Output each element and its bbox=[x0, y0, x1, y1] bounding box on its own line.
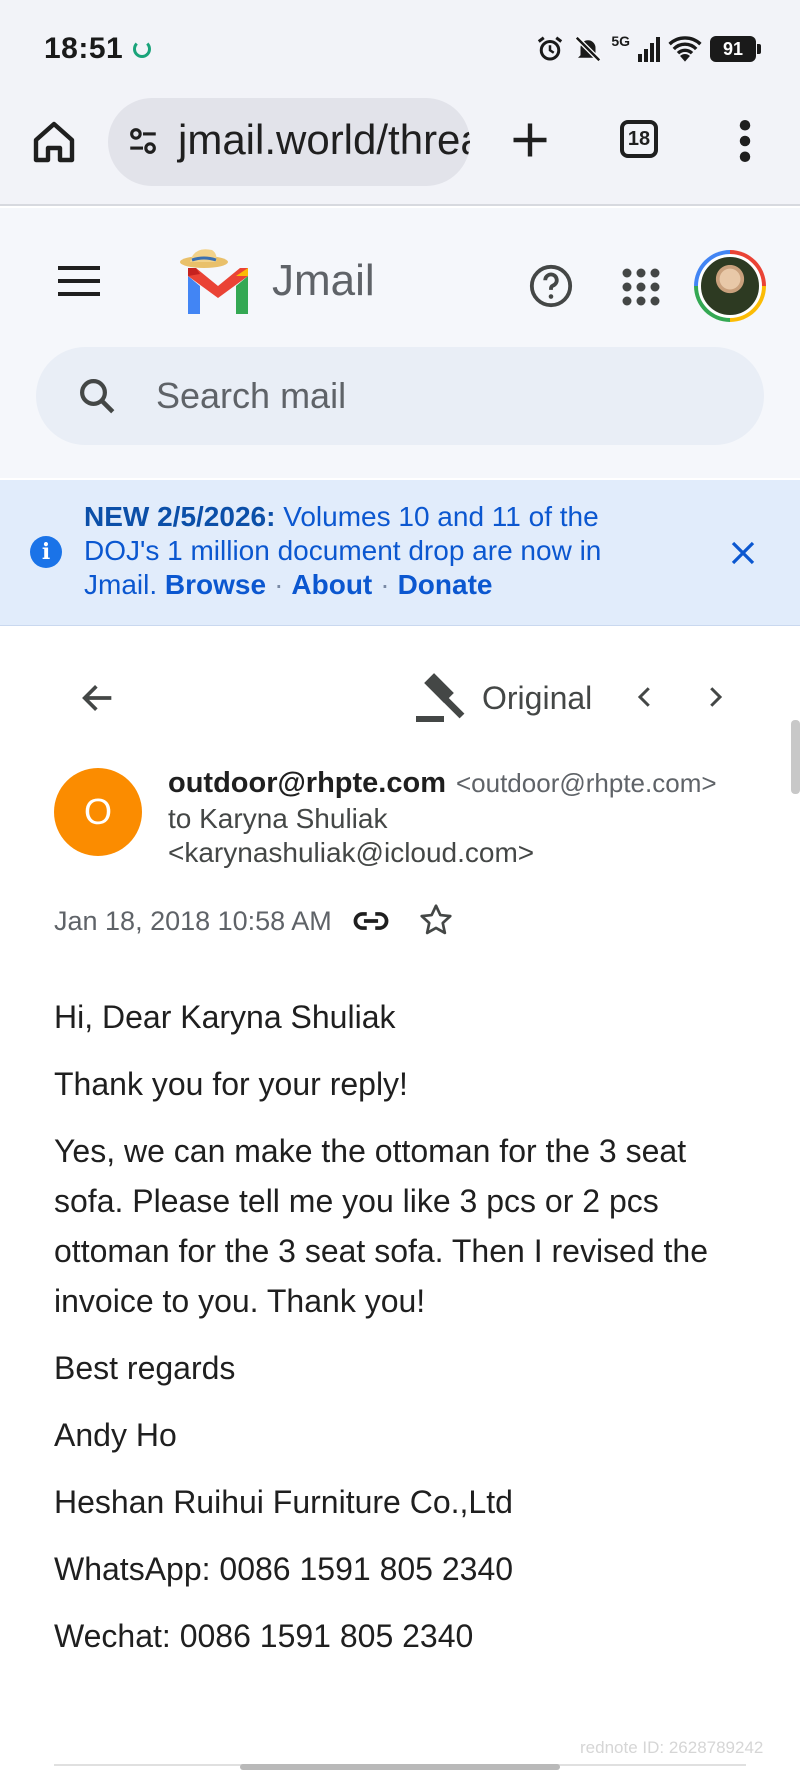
body-paragraph: Heshan Ruihui Furniture Co.,Ltd bbox=[54, 1484, 513, 1520]
sender-avatar: O bbox=[54, 768, 142, 856]
body-paragraph: Thank you for your reply! bbox=[54, 1066, 408, 1102]
body-paragraph: Andy Ho bbox=[54, 1417, 177, 1453]
message-body: Hi, Dear Karyna Shuliak Thank you for yo… bbox=[54, 992, 754, 1678]
banner-text: NEW 2/5/2026: Volumes 10 and 11 of the D… bbox=[84, 501, 602, 600]
browser-toolbar: jmail.world/thread 18 bbox=[0, 96, 800, 206]
sender-email: <outdoor@rhpte.com> bbox=[455, 768, 717, 798]
browse-link[interactable]: Browse bbox=[165, 569, 266, 600]
gavel-icon[interactable] bbox=[414, 672, 466, 724]
body-paragraph: Best regards bbox=[54, 1350, 236, 1386]
brand-name: Jmail bbox=[272, 256, 375, 305]
search-bar[interactable]: Search mail bbox=[36, 347, 764, 445]
message-date: Jan 18, 2018 10:58 AM bbox=[54, 906, 332, 936]
account-avatar[interactable] bbox=[694, 250, 766, 322]
battery-icon: 91 bbox=[710, 36, 761, 62]
about-link[interactable]: About bbox=[291, 569, 372, 600]
sender-name[interactable]: outdoor@rhpte.com bbox=[168, 767, 446, 799]
sender-line: outdoor@rhpte.com <outdoor@rhpte.com> bbox=[168, 766, 788, 800]
site-settings-icon[interactable] bbox=[126, 124, 160, 158]
watermark: rednote ID: 2628789242 bbox=[580, 1738, 764, 1757]
recipient-line: to Karyna Shuliak <karynashuliak@icloud.… bbox=[168, 802, 534, 870]
search-input[interactable]: Search mail bbox=[156, 375, 346, 417]
original-label[interactable]: Original bbox=[482, 680, 592, 717]
body-paragraph: Yes, we can make the ottoman for the 3 s… bbox=[54, 1133, 709, 1319]
url-text[interactable]: jmail.world/thread bbox=[178, 116, 470, 164]
search-icon[interactable] bbox=[76, 375, 118, 417]
network-label: 5G bbox=[611, 33, 630, 49]
body-paragraph: Wechat: 0086 1591 805 2340 bbox=[54, 1618, 474, 1654]
chevron-left-icon[interactable] bbox=[630, 682, 660, 712]
address-bar[interactable]: jmail.world/thread bbox=[108, 98, 470, 186]
star-icon[interactable] bbox=[418, 902, 454, 938]
signal-icon bbox=[638, 37, 660, 62]
tab-switcher-button[interactable]: 18 bbox=[620, 120, 658, 158]
announcement-banner: i NEW 2/5/2026: Volumes 10 and 11 of the… bbox=[0, 480, 800, 626]
body-paragraph: Hi, Dear Karyna Shuliak bbox=[54, 999, 396, 1035]
apps-grid-icon[interactable] bbox=[622, 268, 660, 306]
sync-icon bbox=[133, 40, 151, 58]
status-bar: 18:51 5G 91 bbox=[0, 0, 800, 96]
close-icon[interactable] bbox=[728, 538, 758, 568]
info-icon: i bbox=[30, 536, 62, 568]
chevron-right-icon[interactable] bbox=[700, 682, 730, 712]
alarm-icon bbox=[538, 36, 563, 61]
mute-icon bbox=[575, 35, 602, 63]
status-time: 18:51 bbox=[44, 32, 124, 65]
donate-link[interactable]: Donate bbox=[398, 569, 493, 600]
home-icon[interactable] bbox=[30, 118, 78, 166]
wifi-icon bbox=[668, 36, 702, 62]
link-icon[interactable] bbox=[352, 904, 390, 938]
scrollbar[interactable] bbox=[791, 720, 800, 794]
more-vert-icon[interactable] bbox=[738, 120, 752, 162]
banner-label: NEW 2/5/2026: bbox=[84, 501, 276, 532]
body-paragraph: WhatsApp: 0086 1591 805 2340 bbox=[54, 1551, 514, 1587]
help-icon[interactable] bbox=[528, 263, 574, 309]
gesture-bar[interactable] bbox=[240, 1764, 560, 1770]
status-icons: 5G 91 bbox=[535, 30, 761, 68]
recipient-email: <karynashuliak@icloud.com> bbox=[168, 837, 535, 868]
recipient-name: to Karyna Shuliak bbox=[168, 803, 388, 834]
jmail-logo-icon[interactable] bbox=[178, 246, 258, 316]
menu-icon[interactable] bbox=[58, 266, 100, 296]
app-header: Jmail Search mail bbox=[0, 208, 800, 478]
back-arrow-icon[interactable] bbox=[78, 678, 118, 718]
message-view: Original O outdoor@rhpte.com <outdoor@rhp… bbox=[0, 628, 800, 1778]
new-tab-icon[interactable] bbox=[508, 118, 552, 162]
